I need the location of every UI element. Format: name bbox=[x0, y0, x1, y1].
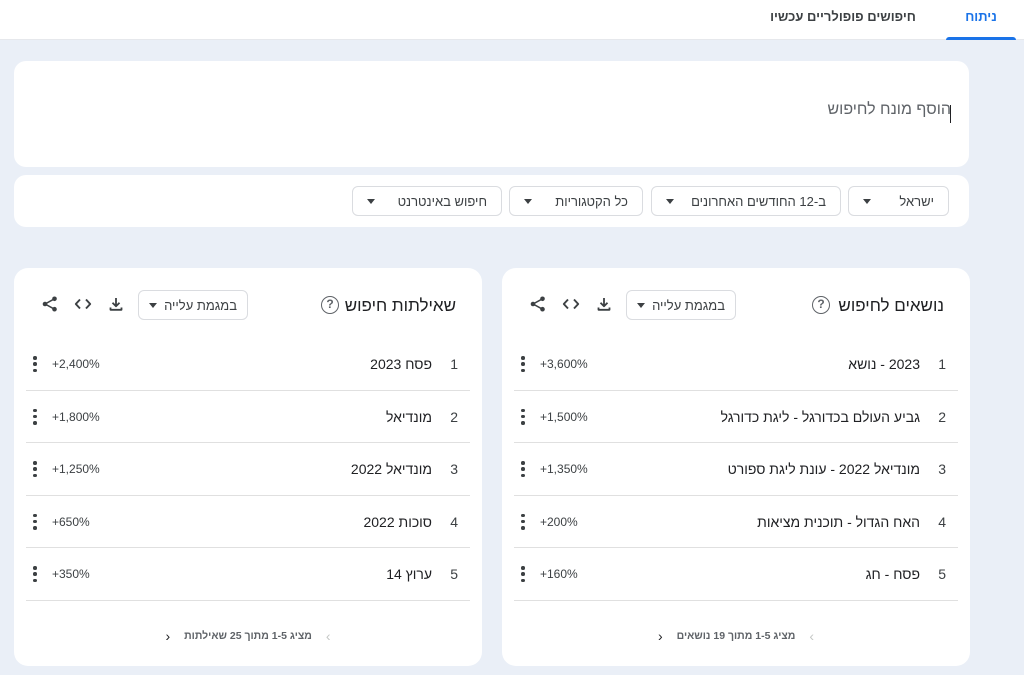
list-item[interactable]: 2 גביע העולם בכדורגל - ליגת כדורגל +1,50… bbox=[514, 391, 958, 443]
more-vert-icon[interactable] bbox=[28, 564, 42, 584]
tab-trending-now[interactable]: חיפושים פופולריים עכשיו bbox=[768, 0, 918, 40]
item-label[interactable]: האח הגדול - תוכנית מציאות bbox=[757, 514, 920, 530]
queries-list: 1 פסח 2023 +2,400% 2 מונדיאל +1,800% 3 מ… bbox=[26, 338, 470, 601]
growth-value: +1,250% bbox=[52, 462, 100, 476]
search-card bbox=[14, 61, 969, 167]
list-item[interactable]: 5 ערוץ 14 +350% bbox=[26, 548, 470, 601]
filter-category-label: כל הקטגוריות bbox=[555, 193, 628, 209]
growth-value: +1,500% bbox=[540, 409, 588, 424]
filter-country[interactable]: ישראל bbox=[848, 186, 949, 216]
search-term-input[interactable] bbox=[551, 101, 951, 119]
rank-number: 1 bbox=[450, 356, 458, 372]
share-icon[interactable] bbox=[526, 292, 550, 316]
dropdown-arrow-icon bbox=[367, 198, 375, 204]
rank-number: 3 bbox=[938, 461, 946, 477]
rank-number: 4 bbox=[450, 513, 458, 530]
item-label[interactable]: ערוץ 14 bbox=[386, 566, 432, 582]
more-vert-icon[interactable] bbox=[28, 459, 42, 479]
growth-value: +200% bbox=[540, 514, 578, 529]
growth-value: +2,400% bbox=[52, 357, 100, 371]
rank-number: 2 bbox=[938, 408, 946, 425]
filter-search-type-label: חיפוש באינטרנט bbox=[397, 193, 487, 209]
chevron-right-icon[interactable]: › bbox=[326, 629, 331, 643]
sort-select[interactable]: במגמת עלייה bbox=[626, 290, 736, 320]
chevron-left-icon[interactable]: ‹ bbox=[165, 629, 170, 643]
rank-number: 4 bbox=[938, 513, 946, 530]
more-vert-icon[interactable] bbox=[516, 512, 530, 532]
text-caret bbox=[950, 105, 951, 123]
list-item[interactable]: 3 מונדיאל 2022 - עונת ליגת ספורט +1,350% bbox=[514, 443, 958, 496]
dropdown-arrow-icon bbox=[666, 198, 674, 204]
related-topics-panel: נושאים לחיפוש ? במגמת עלייה 1 2023 - נוש… bbox=[502, 268, 970, 666]
growth-value: +650% bbox=[52, 514, 90, 529]
dropdown-arrow-icon bbox=[524, 198, 532, 204]
top-nav: ניתוח נתונים חיפושים פופולריים עכשיו bbox=[0, 0, 1024, 58]
list-item[interactable]: 1 2023 - נושא +3,600% bbox=[514, 338, 958, 391]
item-label[interactable]: פסח 2023 bbox=[370, 356, 432, 372]
filter-time-range-label: ב-12 החודשים האחרונים bbox=[691, 193, 826, 209]
chevron-right-icon[interactable]: › bbox=[809, 629, 814, 643]
item-label[interactable]: מונדיאל bbox=[386, 409, 432, 425]
pagination-label: מציג 1-5 מתוך 25 שאילתות bbox=[184, 630, 312, 642]
sort-select[interactable]: במגמת עלייה bbox=[138, 290, 248, 320]
more-vert-icon[interactable] bbox=[28, 407, 42, 427]
chevron-left-icon[interactable]: ‹ bbox=[658, 629, 663, 643]
growth-value: +3,600% bbox=[540, 357, 588, 371]
list-item[interactable]: 5 פסח - חג +160% bbox=[514, 548, 958, 601]
panel-title: שאילתות חיפוש bbox=[344, 296, 456, 315]
rank-number: 2 bbox=[450, 408, 458, 425]
list-item[interactable]: 3 מונדיאל 2022 +1,250% bbox=[26, 443, 470, 496]
sort-select-label: במגמת עלייה bbox=[652, 297, 725, 313]
tab-data-analysis[interactable]: ניתוח נתונים bbox=[946, 0, 1016, 58]
item-label[interactable]: 2023 - נושא bbox=[848, 356, 920, 372]
help-icon[interactable]: ? bbox=[321, 296, 339, 314]
embed-code-icon[interactable] bbox=[71, 292, 95, 316]
pagination-label: מציג 1-5 מתוך 19 נושאים bbox=[676, 630, 796, 642]
more-vert-icon[interactable] bbox=[516, 459, 530, 479]
list-item[interactable]: 4 סוכות 2022 +650% bbox=[26, 496, 470, 548]
item-label[interactable]: סוכות 2022 bbox=[363, 514, 432, 530]
growth-value: +160% bbox=[540, 567, 578, 581]
item-label[interactable]: מונדיאל 2022 bbox=[351, 461, 432, 477]
more-vert-icon[interactable] bbox=[516, 354, 530, 374]
sort-select-label: במגמת עלייה bbox=[164, 297, 237, 313]
item-label[interactable]: פסח - חג bbox=[866, 566, 920, 582]
download-icon[interactable] bbox=[104, 292, 128, 316]
download-icon[interactable] bbox=[592, 292, 616, 316]
help-icon[interactable]: ? bbox=[812, 296, 830, 314]
pagination: › מציג 1-5 מתוך 19 נושאים ‹ bbox=[502, 628, 970, 644]
embed-code-icon[interactable] bbox=[559, 292, 583, 316]
topics-list: 1 2023 - נושא +3,600% 2 גביע העולם בכדור… bbox=[514, 338, 958, 601]
item-label[interactable]: גביע העולם בכדורגל - ליגת כדורגל bbox=[721, 409, 920, 425]
panel-title: נושאים לחיפוש bbox=[838, 296, 944, 315]
more-vert-icon[interactable] bbox=[516, 407, 530, 427]
rank-number: 5 bbox=[450, 566, 458, 582]
list-item[interactable]: 2 מונדיאל +1,800% bbox=[26, 391, 470, 443]
item-label[interactable]: מונדיאל 2022 - עונת ליגת ספורט bbox=[728, 461, 920, 477]
growth-value: +1,800% bbox=[52, 409, 100, 424]
share-icon[interactable] bbox=[38, 292, 62, 316]
rank-number: 1 bbox=[938, 356, 946, 372]
pagination: › מציג 1-5 מתוך 25 שאילתות ‹ bbox=[14, 628, 482, 644]
dropdown-arrow-icon bbox=[637, 302, 645, 308]
filter-time-range[interactable]: ב-12 החודשים האחרונים bbox=[651, 186, 841, 216]
rank-number: 5 bbox=[938, 566, 946, 582]
filter-country-label: ישראל bbox=[899, 193, 934, 209]
more-vert-icon[interactable] bbox=[28, 354, 42, 374]
dropdown-arrow-icon bbox=[863, 198, 871, 204]
more-vert-icon[interactable] bbox=[28, 512, 42, 532]
related-queries-panel: שאילתות חיפוש ? במגמת עלייה 1 פסח 2023 +… bbox=[14, 268, 482, 666]
filter-category[interactable]: כל הקטגוריות bbox=[509, 186, 643, 216]
more-vert-icon[interactable] bbox=[516, 564, 530, 584]
filter-bar: ישראל ב-12 החודשים האחרונים כל הקטגוריות… bbox=[14, 175, 969, 227]
list-item[interactable]: 1 פסח 2023 +2,400% bbox=[26, 338, 470, 391]
filter-search-type[interactable]: חיפוש באינטרנט bbox=[352, 186, 502, 216]
list-item[interactable]: 4 האח הגדול - תוכנית מציאות +200% bbox=[514, 496, 958, 548]
growth-value: +1,350% bbox=[540, 462, 588, 476]
rank-number: 3 bbox=[450, 461, 458, 477]
growth-value: +350% bbox=[52, 567, 90, 581]
dropdown-arrow-icon bbox=[149, 302, 157, 308]
